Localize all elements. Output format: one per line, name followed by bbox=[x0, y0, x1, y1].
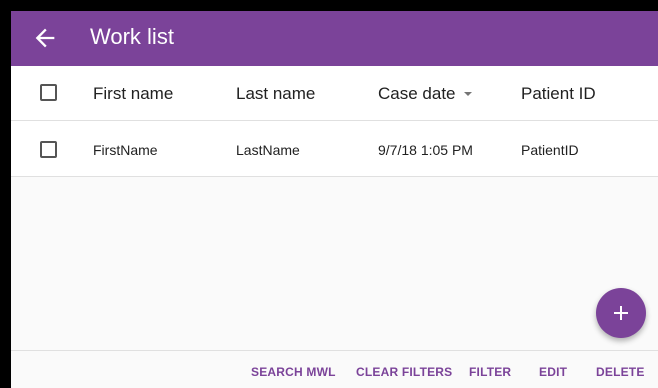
search-mwl-button[interactable]: SEARCH MWL bbox=[251, 365, 336, 379]
select-all-checkbox[interactable] bbox=[40, 84, 57, 101]
work-list-window: Work list First name Last name Case date… bbox=[11, 11, 658, 388]
plus-icon bbox=[614, 306, 628, 320]
arrow-back-icon[interactable] bbox=[31, 24, 59, 52]
column-header-case-date-label: Case date bbox=[378, 84, 456, 103]
action-bar: SEARCH MWL CLEAR FILTERS FILTER EDIT DEL… bbox=[11, 350, 658, 388]
column-header-case-date[interactable]: Case date bbox=[378, 84, 474, 105]
work-list-table: First name Last name Case date Patient I… bbox=[11, 66, 658, 177]
row-checkbox[interactable] bbox=[40, 141, 57, 158]
add-button[interactable] bbox=[596, 288, 646, 338]
column-header-last-name[interactable]: Last name bbox=[236, 84, 315, 104]
app-bar: Work list bbox=[11, 11, 658, 66]
table-row[interactable]: FirstName LastName 9/7/18 1:05 PM Patien… bbox=[11, 121, 658, 177]
cell-last-name: LastName bbox=[236, 142, 300, 158]
clear-filters-button[interactable]: CLEAR FILTERS bbox=[356, 365, 452, 379]
column-header-patient-id[interactable]: Patient ID bbox=[521, 84, 596, 104]
cell-patient-id: PatientID bbox=[521, 142, 579, 158]
edit-button[interactable]: EDIT bbox=[539, 365, 567, 379]
table-header-row: First name Last name Case date Patient I… bbox=[11, 66, 658, 121]
cell-case-date: 9/7/18 1:05 PM bbox=[378, 142, 473, 158]
delete-button[interactable]: DELETE bbox=[596, 365, 645, 379]
sort-down-icon bbox=[462, 85, 474, 105]
filter-button[interactable]: FILTER bbox=[469, 365, 511, 379]
column-header-first-name[interactable]: First name bbox=[93, 84, 173, 104]
page-title: Work list bbox=[90, 24, 174, 49]
cell-first-name: FirstName bbox=[93, 142, 158, 158]
